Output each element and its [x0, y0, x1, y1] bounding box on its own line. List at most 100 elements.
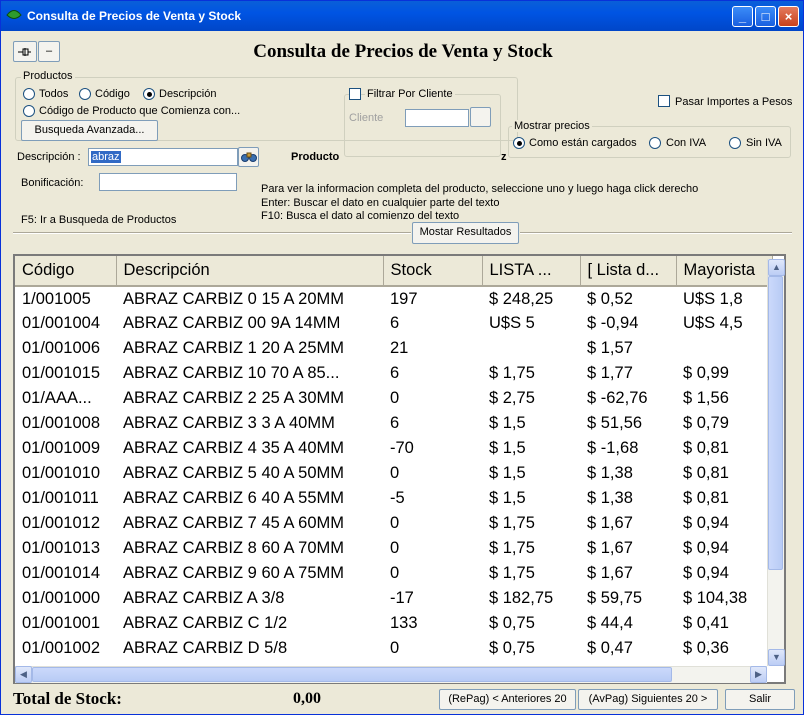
table-cell: $ 44,4: [587, 614, 633, 632]
separator-right: [520, 232, 792, 234]
results-grid[interactable]: Código Descripción Stock LISTA ...[ Lista d…: [13, 254, 786, 684]
table-cell: U$S 5: [489, 314, 535, 332]
salir-button[interactable]: Salir: [725, 689, 795, 710]
close-button[interactable]: ×: [778, 6, 799, 27]
table-cell: $ 1,5: [489, 464, 526, 482]
column-header[interactable]: LISTA ...: [482, 256, 581, 287]
radio-codigo[interactable]: [79, 88, 91, 100]
table-cell: U$S 4,5: [683, 314, 743, 332]
column-header[interactable]: Stock: [383, 256, 483, 287]
table-row[interactable]: 01/001000 ABRAZ CARBIZ A 3/8 -17 $ 182,75 $ …: [15, 586, 772, 611]
table-cell: $ 1,67: [587, 514, 633, 532]
table-cell: $ 0,41: [683, 614, 729, 632]
maximize-button[interactable]: □: [755, 6, 776, 27]
table-row[interactable]: 01/001002 ABRAZ CARBIZ D 5/8 0 $ 0,75 $ 0,47…: [15, 636, 772, 661]
pasar-pesos-label: Pasar Importes a Pesos: [675, 96, 793, 108]
table-cell: ABRAZ CARBIZ C 1/2: [123, 614, 288, 632]
cliente-input[interactable]: [405, 109, 469, 127]
title-bar[interactable]: Consulta de Precios de Venta y Stock _ □…: [1, 1, 803, 31]
scroll-right-button[interactable]: ▶: [750, 666, 767, 683]
table-row[interactable]: 01/001006 ABRAZ CARBIZ 1 20 A 25MM 21 $ 1,5…: [15, 336, 772, 361]
radio-codigo-comienza[interactable]: [23, 105, 35, 117]
radio-sin-iva[interactable]: [729, 137, 741, 149]
table-row[interactable]: 01/001013 ABRAZ CARBIZ 8 60 A 70MM 0 $ 1,75…: [15, 536, 772, 561]
table-cell: $ 1,5: [489, 414, 526, 432]
table-cell: $ 1,75: [489, 539, 535, 557]
table-cell: $ 1,67: [587, 564, 633, 582]
column-header[interactable]: Mayorista: [676, 256, 773, 287]
pasar-pesos-checkbox[interactable]: [658, 95, 670, 107]
table-cell: ABRAZ CARBIZ 9 60 A 75MM: [123, 564, 344, 582]
producto-label: Producto: [291, 151, 340, 163]
page-title: Consulta de Precios de Venta y Stock: [253, 41, 553, 62]
table-row[interactable]: 01/001015 ABRAZ CARBIZ 10 70 A 85... 6 $ 1,…: [15, 361, 772, 386]
radio-como-cargados[interactable]: [513, 137, 525, 149]
minimize-button[interactable]: _: [732, 6, 753, 27]
busqueda-avanzada-button[interactable]: Busqueda Avanzada...: [21, 120, 158, 141]
table-cell: 01/001006: [22, 339, 100, 357]
table-row[interactable]: 01/001004 ABRAZ CARBIZ 00 9A 14MM 6 U$S 5 $ …: [15, 311, 772, 336]
table-row[interactable]: 1/001005 ABRAZ CARBIZ 0 15 A 20MM 197 $ 248…: [15, 286, 772, 311]
table-cell: ABRAZ CARBIZ 10 70 A 85...: [123, 364, 340, 382]
table-cell: 0: [390, 564, 400, 582]
table-row[interactable]: 01/AAA... ABRAZ CARBIZ 2 25 A 30MM 0 $ 2,75…: [15, 386, 772, 411]
horizontal-scroll-thumb[interactable]: [32, 667, 672, 682]
bonificacion-input[interactable]: [99, 173, 237, 191]
table-cell: 01/001010: [22, 464, 100, 482]
table-row[interactable]: 01/001010 ABRAZ CARBIZ 5 40 A 50MM 0 $ 1,5 $…: [15, 461, 772, 486]
table-cell: ABRAZ CARBIZ D 5/8: [123, 639, 288, 657]
descripcion-value: abraz: [91, 151, 121, 163]
table-header: Código Descripción Stock LISTA ...[ Lista d…: [15, 256, 773, 287]
table-cell: $ 0,81: [683, 464, 729, 482]
table-cell: $ 59,75: [587, 589, 643, 607]
scroll-left-button[interactable]: ◀: [15, 666, 32, 683]
productos-legend: Productos: [21, 70, 75, 82]
radio-descripcion[interactable]: [143, 88, 155, 100]
table-row[interactable]: 01/001001 ABRAZ CARBIZ C 1/2 133 $ 0,75 $ 44…: [15, 611, 772, 636]
radio-todos[interactable]: [23, 88, 35, 100]
mostrar-resultados-button[interactable]: Mostar Resultados: [412, 222, 519, 244]
table-cell: 01/001014: [22, 564, 100, 582]
table-row[interactable]: 01/001009 ABRAZ CARBIZ 4 35 A 40MM -70 $ 1,…: [15, 436, 772, 461]
column-header[interactable]: [ Lista d...: [580, 256, 677, 287]
scroll-down-button[interactable]: ▼: [768, 649, 785, 666]
anteriores-button[interactable]: (RePag) < Anteriores 20: [439, 689, 576, 710]
table-row[interactable]: 01/001011 ABRAZ CARBIZ 6 40 A 55MM -5 $ 1,5…: [15, 486, 772, 511]
radio-descripcion-label: Descripción: [159, 88, 217, 100]
app-window: Consulta de Precios de Venta y Stock _ □…: [0, 0, 804, 715]
table-cell: 01/001012: [22, 514, 100, 532]
column-header[interactable]: Descripción: [116, 256, 384, 287]
descripcion-search-button[interactable]: [238, 147, 259, 167]
radio-con-iva-label: Con IVA: [666, 137, 707, 149]
table-cell: ABRAZ CARBIZ 3 3 A 40MM: [123, 414, 335, 432]
table-cell: 6: [390, 364, 400, 382]
column-header[interactable]: Código: [15, 256, 117, 287]
table-cell: 01/001004: [22, 314, 100, 332]
table-cell: $ 1,75: [489, 514, 535, 532]
descripcion-input[interactable]: abraz: [88, 148, 238, 166]
table-cell: 0: [390, 639, 400, 657]
table-cell: $ 0,75: [489, 614, 535, 632]
results-table: Código Descripción Stock LISTA ...[ Lista d…: [15, 256, 773, 661]
table-row[interactable]: 01/001008 ABRAZ CARBIZ 3 3 A 40MM 6 $ 1,5 $ …: [15, 411, 772, 436]
table-cell: 0: [390, 389, 400, 407]
table-cell: 01/001008: [22, 414, 100, 432]
table-cell: $ 1,67: [587, 539, 633, 557]
scroll-up-button[interactable]: ▲: [768, 259, 785, 276]
cliente-lookup-button[interactable]: [470, 107, 491, 127]
table-cell: -70: [390, 439, 414, 457]
hint-f10: F10: Busca el dato al comienzo del texto: [261, 210, 460, 222]
vertical-scroll-thumb[interactable]: [768, 276, 783, 570]
separator-left: [13, 232, 411, 234]
descripcion-label: Descripción :: [17, 151, 81, 163]
table-row[interactable]: 01/001012 ABRAZ CARBIZ 7 45 A 60MM 0 $ 1,75…: [15, 511, 772, 536]
siguientes-button[interactable]: (AvPag) Siguientes 20 >: [578, 689, 718, 710]
filtrar-cliente-checkbox[interactable]: [349, 88, 361, 100]
table-cell: $ 1,57: [587, 339, 633, 357]
radio-con-iva[interactable]: [649, 137, 661, 149]
table-cell: 01/001013: [22, 539, 100, 557]
table-row[interactable]: 01/001014 ABRAZ CARBIZ 9 60 A 75MM 0 $ 1,75…: [15, 561, 772, 586]
table-cell: $ 1,5: [489, 439, 526, 457]
radio-como-cargados-label: Como están cargados: [529, 137, 637, 149]
binoculars-icon: [240, 152, 257, 162]
